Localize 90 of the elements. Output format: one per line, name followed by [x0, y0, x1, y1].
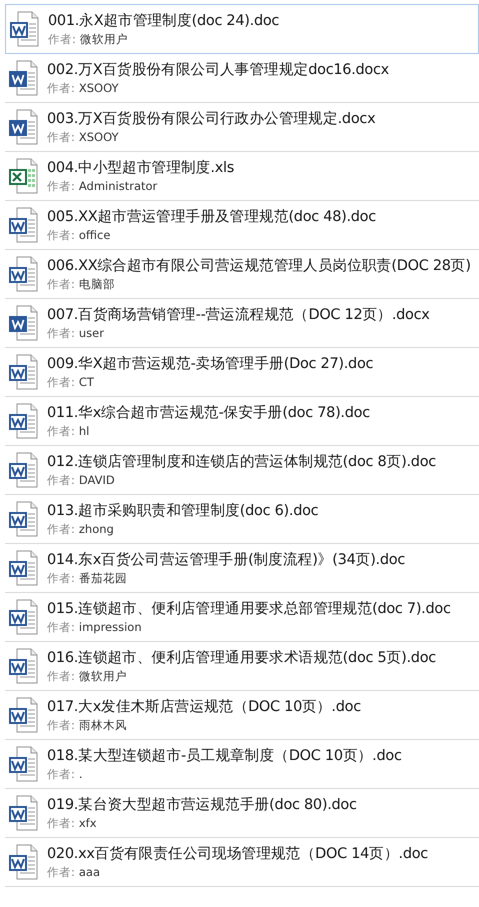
author-name: CT [78, 375, 94, 390]
author-name: impression [78, 620, 142, 635]
word-document-icon [8, 697, 38, 733]
author-label: 作者: [47, 424, 75, 439]
author-name: office [78, 228, 110, 243]
file-title: 007.百货商场营销管理--营运流程规范（DOC 12页）.docx [47, 306, 430, 324]
author-label: 作者: [47, 277, 75, 292]
file-list-item[interactable]: 011.华x综合超市营运规范-保安手册(doc 78).doc 作者: hl [5, 397, 479, 446]
word-document-icon [8, 844, 38, 880]
author-name: 雨林木风 [78, 718, 127, 733]
author-label: 作者: [47, 228, 75, 243]
author-label: 作者: [47, 865, 75, 880]
file-title: 020.xx百货有限责任公司现场管理规范（DOC 14页）.doc [47, 845, 428, 863]
word-document-icon [9, 11, 39, 47]
author-label: 作者: [47, 767, 75, 782]
file-title: 004.中小型超市管理制度.xls [47, 158, 234, 177]
author-name: XSOOY [78, 130, 119, 145]
author-label: 作者: [47, 816, 75, 831]
word-document-icon [8, 746, 38, 782]
author-label: 作者: [47, 473, 75, 488]
author-name: user [78, 326, 104, 341]
author-name: zhong [78, 522, 114, 537]
file-title: 009.华X超市营运规范-卖场管理手册(Doc 27).doc [47, 354, 374, 373]
author-label: 作者: [47, 718, 75, 733]
author-name: xfx [78, 816, 97, 831]
author-name: 电脑部 [78, 277, 115, 292]
file-list-item[interactable]: 012.连锁店管理制度和连锁店的营运体制规范(doc 8页).doc 作者: DAVID [5, 446, 479, 495]
word-document-icon [8, 501, 38, 537]
file-list-item[interactable]: 017.大x发佳木斯店营运规范（DOC 10页）.doc 作者: 雨林木风 [5, 691, 479, 740]
file-title: 012.连锁店管理制度和连锁店的营运体制规范(doc 8页).doc [47, 452, 436, 471]
word-document-icon [8, 599, 38, 635]
author-label: 作者: [47, 81, 75, 96]
file-list-item[interactable]: 013.超市采购职责和管理制度(doc 6).doc 作者: zhong [5, 495, 479, 544]
spreadsheet-icon [8, 158, 38, 194]
word-document-icon [8, 256, 38, 292]
author-label: 作者: [47, 522, 75, 537]
file-title: 005.XX超市营运管理手册及管理规范(doc 48).doc [47, 208, 376, 226]
author-label: 作者: [47, 669, 75, 684]
file-list-item[interactable]: 014.东x百货公司营运管理手册(制度流程)》(34页).doc 作者: 番茄花园 [5, 544, 479, 593]
file-list-item[interactable]: 020.xx百货有限责任公司现场管理规范（DOC 14页）.doc 作者: aaa [5, 838, 479, 887]
file-title: 003.万X百货股份有限公司行政办公管理规定.docx [47, 110, 376, 128]
word-document-icon [8, 648, 38, 684]
author-name: XSOOY [78, 81, 119, 96]
author-name: hl [78, 424, 90, 439]
author-label: 作者: [47, 179, 75, 194]
file-title: 013.超市采购职责和管理制度(doc 6).doc [47, 502, 318, 520]
file-title: 016.连锁超市、便利店管理通用要求术语规范(doc 5页).doc [47, 648, 436, 667]
file-list-item[interactable]: 002.万X百货股份有限公司人事管理规定doc16.docx 作者: XSOOY [5, 54, 479, 103]
author-label: 作者: [47, 326, 75, 341]
file-list-item[interactable]: 005.XX超市营运管理手册及管理规范(doc 48).doc 作者: office [5, 201, 479, 250]
file-list-item[interactable]: 003.万X百货股份有限公司行政办公管理规定.docx 作者: XSOOY [5, 103, 479, 152]
file-title: 006.XX综合超市有限公司营运规范管理人员岗位职责(DOC 28页) [47, 256, 471, 275]
word-document-icon [8, 795, 38, 831]
author-label: 作者: [48, 32, 76, 47]
word-document-icon [8, 60, 38, 96]
file-title: 019.某台资大型超市营运规范手册(doc 80).doc [47, 796, 357, 814]
file-list-item[interactable]: 006.XX综合超市有限公司营运规范管理人员岗位职责(DOC 28页) 作者: 电脑部 [5, 250, 479, 299]
file-list-item[interactable]: 019.某台资大型超市营运规范手册(doc 80).doc 作者: xfx [5, 789, 479, 838]
word-document-icon [8, 109, 38, 145]
author-name: 微软用户 [78, 669, 127, 684]
file-title: 011.华x综合超市营运规范-保安手册(doc 78).doc [47, 404, 370, 422]
author-name: DAVID [78, 473, 115, 488]
author-label: 作者: [47, 130, 75, 145]
file-title: 018.某大型连锁超市-员工规章制度（DOC 10页）.doc [47, 746, 402, 765]
author-name: aaa [78, 865, 100, 880]
author-label: 作者: [47, 375, 75, 390]
file-list-item[interactable]: 018.某大型连锁超市-员工规章制度（DOC 10页）.doc 作者: . [5, 740, 479, 789]
file-title: 014.东x百货公司营运管理手册(制度流程)》(34页).doc [47, 550, 406, 569]
author-name: 番茄花园 [78, 571, 127, 586]
file-list-item[interactable]: 015.连锁超市、便利店管理通用要求总部管理规范(doc 7).doc 作者: impression [5, 593, 479, 642]
word-document-icon [8, 354, 38, 390]
author-name: 微软用户 [80, 32, 128, 47]
file-title: 015.连锁超市、便利店管理通用要求总部管理规范(doc 7).doc [47, 600, 451, 618]
file-title: 001.永X超市管理制度(doc 24).doc [48, 12, 280, 30]
file-list-item[interactable]: 009.华X超市营运规范-卖场管理手册(Doc 27).doc 作者: CT [5, 348, 479, 397]
file-list-item[interactable]: 001.永X超市管理制度(doc 24).doc 作者: 微软用户 [5, 4, 479, 54]
file-title: 017.大x发佳木斯店营运规范（DOC 10页）.doc [47, 698, 361, 716]
file-list-item[interactable]: 004.中小型超市管理制度.xls 作者: Administrator [5, 152, 479, 201]
word-document-icon [8, 452, 38, 488]
author-name: . [78, 767, 83, 782]
author-label: 作者: [47, 620, 75, 635]
word-document-icon [8, 403, 38, 439]
word-document-icon [8, 207, 38, 243]
file-title: 002.万X百货股份有限公司人事管理规定doc16.docx [47, 60, 389, 79]
file-list-item[interactable]: 016.连锁超市、便利店管理通用要求术语规范(doc 5页).doc 作者: 微软用户 [5, 642, 479, 691]
word-document-icon [8, 305, 38, 341]
file-list-item[interactable]: 007.百货商场营销管理--营运流程规范（DOC 12页）.docx 作者: user [5, 299, 479, 348]
author-name: Administrator [78, 179, 158, 194]
word-document-icon [8, 550, 38, 586]
author-label: 作者: [47, 571, 75, 586]
